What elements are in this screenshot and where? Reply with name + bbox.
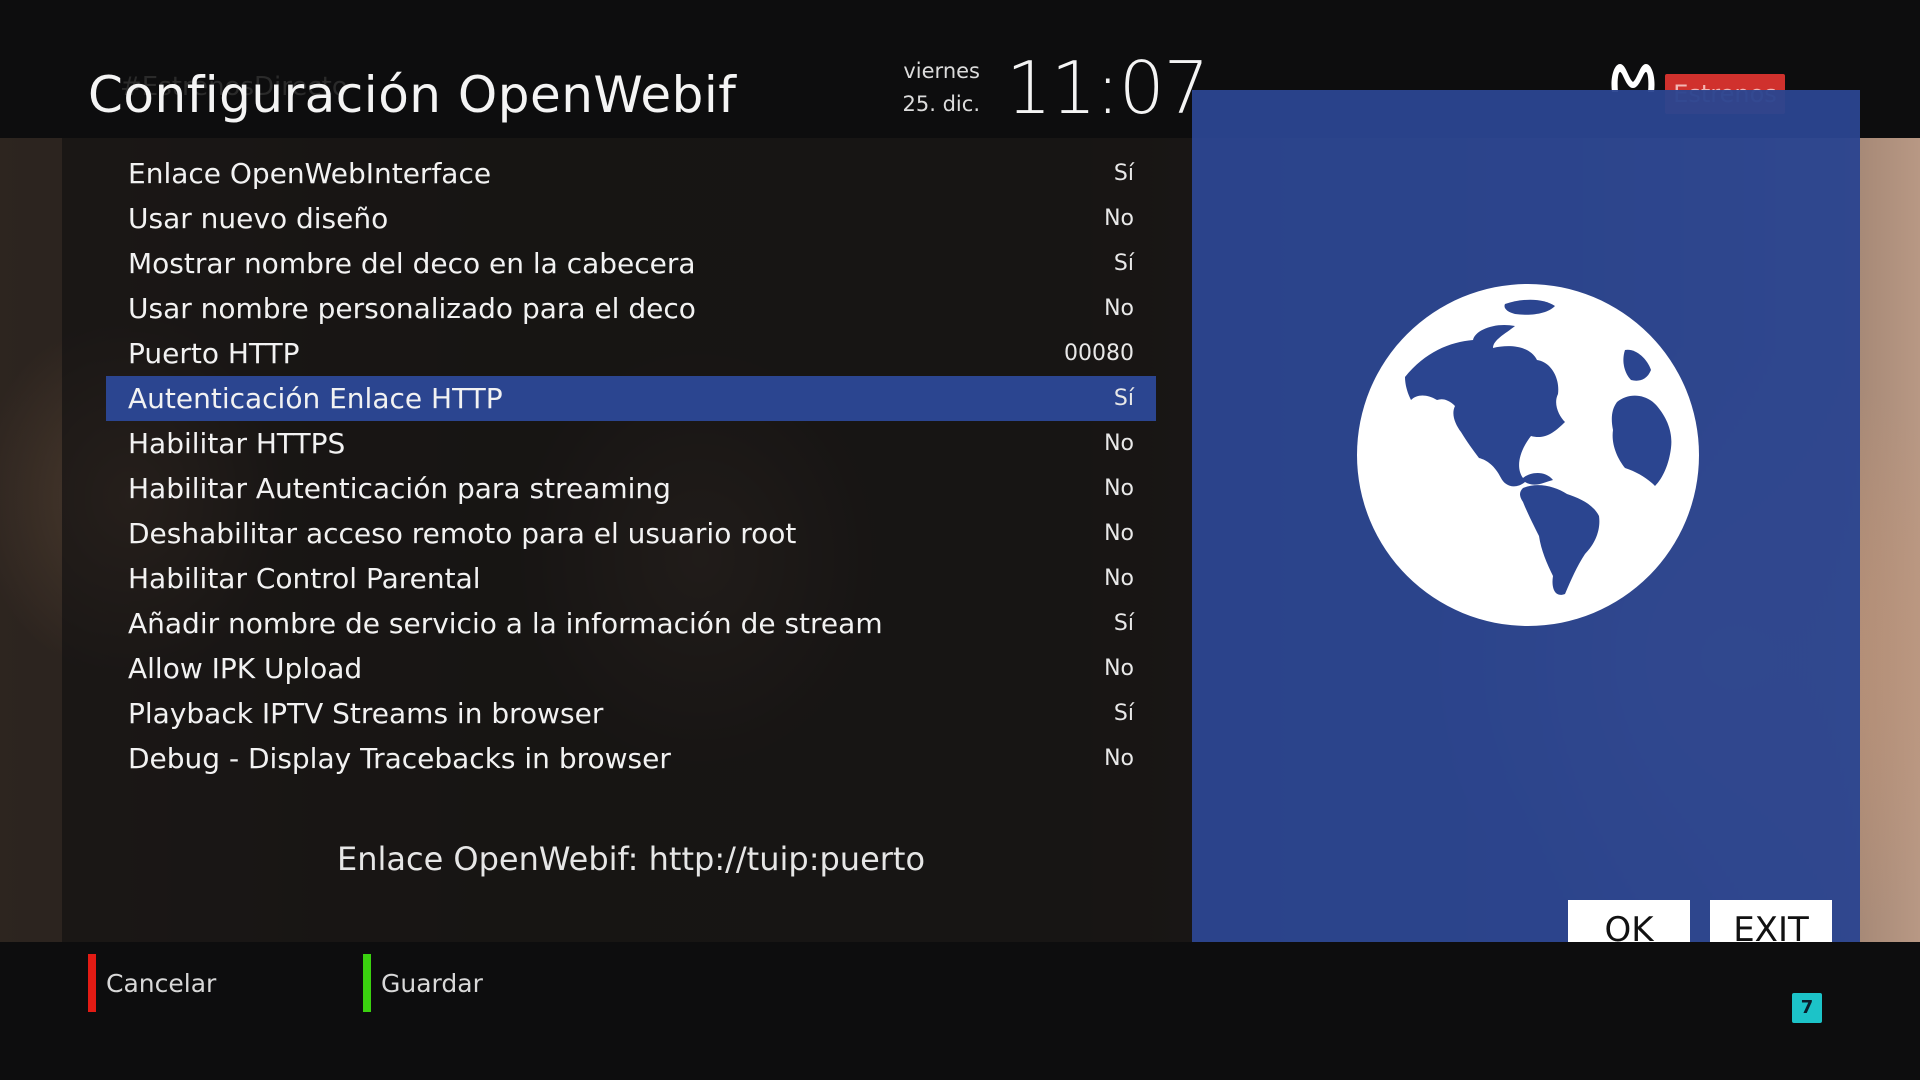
date-display: viernes 25. dic. bbox=[880, 56, 980, 122]
setting-row[interactable]: Habilitar HTTPS No bbox=[106, 421, 1156, 466]
settings-list: Enlace OpenWebInterface Sí Usar nuevo dise… bbox=[106, 151, 1156, 781]
footer-bar bbox=[0, 942, 1920, 1080]
setting-row[interactable]: Deshabilitar acceso remoto para el usuar… bbox=[106, 511, 1156, 556]
setting-label: Deshabilitar acceso remoto para el usuar… bbox=[128, 517, 797, 550]
setting-label: Autenticación Enlace HTTP bbox=[128, 382, 503, 415]
setting-label: Habilitar Autenticación para streaming bbox=[128, 472, 671, 505]
setting-label: Playback IPTV Streams in browser bbox=[128, 697, 604, 730]
setting-value: Sí bbox=[1113, 611, 1134, 636]
setting-value: No bbox=[1104, 521, 1134, 546]
setting-value: No bbox=[1104, 656, 1134, 681]
setting-value: Sí bbox=[1113, 161, 1134, 186]
setting-row[interactable]: Allow IPK Upload No bbox=[106, 646, 1156, 691]
setting-row[interactable]: Debug - Display Tracebacks in browser No bbox=[106, 736, 1156, 781]
setting-row[interactable]: Habilitar Autenticación para streaming No bbox=[106, 466, 1156, 511]
setting-label: Usar nuevo diseño bbox=[128, 202, 389, 235]
green-key-indicator bbox=[363, 954, 371, 1012]
setting-row[interactable]: Usar nombre personalizado para el deco No bbox=[106, 286, 1156, 331]
save-label: Guardar bbox=[381, 968, 483, 998]
setting-row[interactable]: Habilitar Control Parental No bbox=[106, 556, 1156, 601]
setting-value: No bbox=[1104, 566, 1134, 591]
setting-row[interactable]: Enlace OpenWebInterface Sí bbox=[106, 151, 1156, 196]
red-key-indicator bbox=[88, 954, 96, 1012]
setting-label: Usar nombre personalizado para el deco bbox=[128, 292, 696, 325]
globe-icon bbox=[1357, 284, 1699, 626]
screen: #EstrenosDirecto Configuración OpenWebif… bbox=[0, 0, 1920, 1080]
date-label: 25. dic. bbox=[902, 92, 980, 116]
setting-label: Debug - Display Tracebacks in browser bbox=[128, 742, 671, 775]
setting-value: No bbox=[1104, 296, 1134, 321]
setting-row[interactable]: Añadir nombre de servicio a la informaci… bbox=[106, 601, 1156, 646]
video-edge-shade bbox=[0, 138, 62, 942]
setting-value: Sí bbox=[1113, 701, 1134, 726]
setting-row[interactable]: Playback IPTV Streams in browser Sí bbox=[106, 691, 1156, 736]
setting-value: No bbox=[1104, 206, 1134, 231]
setting-row[interactable]: Usar nuevo diseño No bbox=[106, 196, 1156, 241]
setting-value: Sí bbox=[1113, 386, 1134, 411]
setting-value: 00080 bbox=[1064, 341, 1134, 366]
weekday-label: viernes bbox=[903, 59, 980, 83]
setting-row[interactable]: Mostrar nombre del deco en la cabecera Sí bbox=[106, 241, 1156, 286]
setting-label: Allow IPK Upload bbox=[128, 652, 363, 685]
setting-row[interactable]: Puerto HTTP 00080 bbox=[106, 331, 1156, 376]
notification-badge: 7 bbox=[1792, 993, 1822, 1023]
page-title: Configuración OpenWebif bbox=[88, 66, 737, 124]
setting-value: No bbox=[1104, 746, 1134, 771]
help-text: Enlace OpenWebif: http://tuip:puerto bbox=[336, 840, 926, 878]
setting-label: Habilitar Control Parental bbox=[128, 562, 481, 595]
setting-value: No bbox=[1104, 476, 1134, 501]
cancel-label: Cancelar bbox=[106, 968, 217, 998]
setting-label: Mostrar nombre del deco en la cabecera bbox=[128, 247, 696, 280]
setting-label: Puerto HTTP bbox=[128, 337, 300, 370]
save-button[interactable]: Guardar bbox=[363, 954, 483, 1012]
cancel-button[interactable]: Cancelar bbox=[88, 954, 216, 1012]
setting-label: Habilitar HTTPS bbox=[128, 427, 346, 460]
setting-value: Sí bbox=[1113, 251, 1134, 276]
setting-value: No bbox=[1104, 431, 1134, 456]
clock: 11:07 bbox=[1006, 46, 1209, 130]
setting-label: Añadir nombre de servicio a la informaci… bbox=[128, 607, 883, 640]
setting-row[interactable]: Autenticación Enlace HTTP Sí bbox=[106, 376, 1156, 421]
setting-label: Enlace OpenWebInterface bbox=[128, 157, 492, 190]
